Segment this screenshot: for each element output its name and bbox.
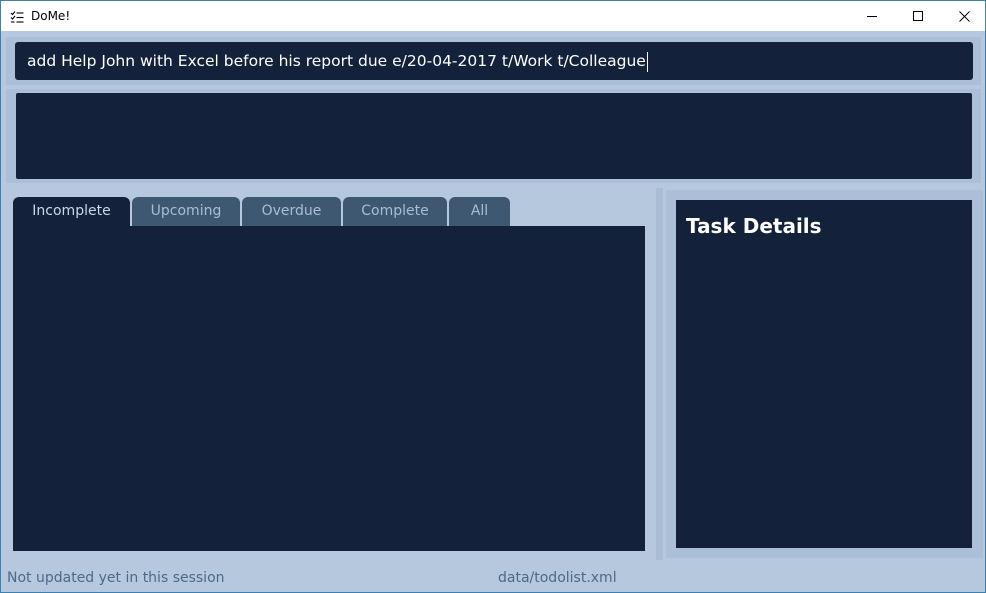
status-bar: Not updated yet in this session data/tod… [1, 563, 985, 592]
command-input[interactable]: add Help John with Excel before his repo… [15, 42, 973, 80]
task-details-title: Task Details [686, 214, 822, 238]
tab-all[interactable]: All [449, 197, 510, 226]
text-caret [646, 51, 648, 72]
maximize-button[interactable] [895, 1, 941, 31]
tab-label: Incomplete [32, 203, 111, 219]
tab-complete[interactable]: Complete [343, 197, 447, 226]
tab-upcoming[interactable]: Upcoming [132, 197, 240, 226]
command-text: add Help John with Excel before his repo… [27, 51, 648, 72]
tab-label: Overdue [261, 203, 322, 219]
tab-label: Complete [361, 203, 429, 219]
minimize-button[interactable] [849, 1, 895, 31]
tab-incomplete[interactable]: Incomplete [13, 197, 130, 226]
task-list[interactable] [13, 226, 645, 551]
title-bar[interactable]: DoMe! [1, 1, 985, 31]
window-title: DoMe! [31, 9, 71, 23]
tab-label: All [470, 203, 489, 219]
save-location: data/todolist.xml [498, 570, 617, 586]
task-details-box: Task Details [676, 200, 972, 548]
close-button[interactable] [941, 1, 985, 31]
result-display[interactable] [16, 93, 972, 179]
tab-label: Upcoming [150, 203, 222, 219]
minimize-icon [867, 11, 877, 21]
sync-status: Not updated yet in this session [7, 570, 225, 586]
checklist-icon [10, 9, 24, 23]
tab-overdue[interactable]: Overdue [242, 197, 341, 226]
app-window: DoMe! add Help John with Excel before hi… [0, 0, 986, 593]
close-icon [958, 10, 970, 22]
panel-splitter[interactable] [656, 188, 663, 560]
maximize-icon [913, 11, 923, 21]
